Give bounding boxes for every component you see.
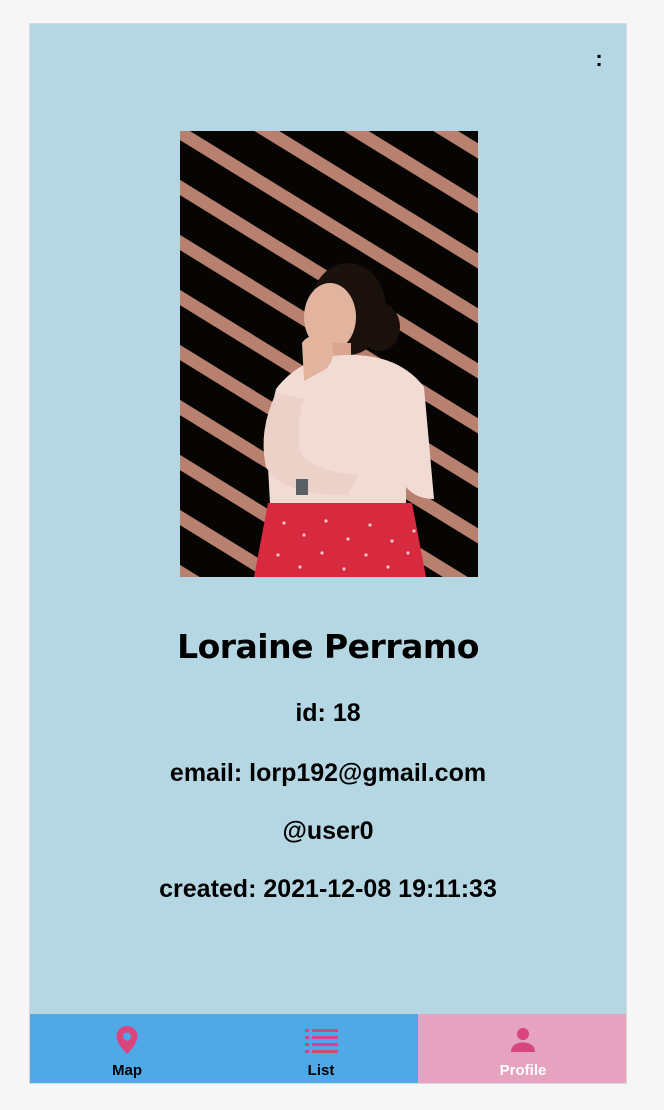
profile-username: @user0 xyxy=(282,817,374,845)
person-icon xyxy=(511,1028,535,1052)
bottom-tab-bar: Map List Profile xyxy=(30,1014,626,1083)
tab-map[interactable]: Map xyxy=(30,1014,224,1083)
profile-email: email: lorp192@gmail.com xyxy=(169,759,487,787)
profile-photo-image xyxy=(180,131,478,577)
map-pin-icon xyxy=(116,1026,138,1054)
profile-photo xyxy=(180,131,478,577)
list-icon xyxy=(305,1029,338,1053)
tab-profile-label: Profile xyxy=(499,1062,547,1079)
profile-created: created: 2021-12-08 19:11:33 xyxy=(159,875,497,903)
tab-list[interactable]: List xyxy=(224,1014,418,1083)
profile-id: id: 18 xyxy=(295,699,361,727)
more-menu-button[interactable]: : xyxy=(590,46,608,72)
tab-list-label: List xyxy=(307,1062,335,1079)
tab-profile[interactable]: Profile xyxy=(418,1014,626,1083)
profile-name: Loraine Perramo xyxy=(177,627,479,666)
tab-map-label: Map xyxy=(112,1062,142,1079)
profile-screen: : Loraine Perramo id: 18 email: lorp192@… xyxy=(29,23,627,1084)
